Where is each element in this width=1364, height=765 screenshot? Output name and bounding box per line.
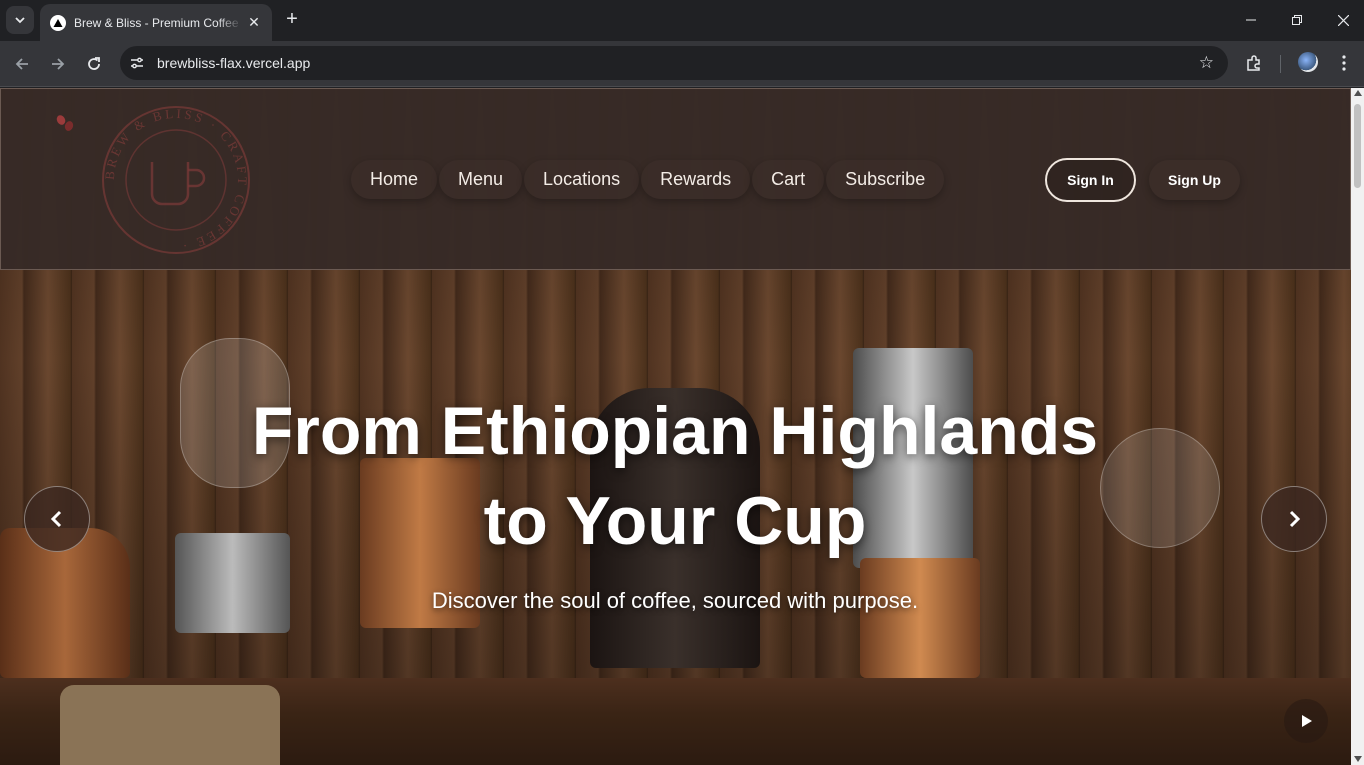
chevron-left-icon — [50, 510, 62, 528]
more-menu-icon[interactable] — [1332, 51, 1356, 75]
sign-in-button[interactable]: Sign In — [1045, 158, 1136, 202]
restore-button[interactable] — [1274, 0, 1320, 40]
restore-icon — [1292, 15, 1302, 25]
carousel-next-button[interactable] — [1261, 486, 1327, 552]
browser-tab[interactable]: Brew & Bliss - Premium Coffee E ✕ — [40, 4, 272, 41]
bookmark-star-icon[interactable]: ☆ — [1199, 53, 1214, 73]
toolbar-separator — [1280, 55, 1281, 73]
nav-rewards[interactable]: Rewards — [641, 160, 751, 199]
carousel-prev-button[interactable] — [24, 486, 90, 552]
main-nav: Home Menu Locations Rewards Cart Subscri… — [351, 160, 946, 199]
hero-title-line-2: to Your Cup — [483, 483, 867, 559]
minimize-button[interactable] — [1228, 0, 1274, 40]
arrow-left-icon — [15, 58, 28, 70]
address-bar[interactable]: brewbliss-flax.vercel.app ☆ — [120, 46, 1228, 80]
sign-up-button[interactable]: Sign Up — [1149, 160, 1240, 200]
close-icon — [1337, 14, 1349, 26]
brew-bliss-logo[interactable]: BREW & BLISS · CRAFT COFFEE · — [100, 104, 252, 256]
tab-search-button[interactable] — [6, 6, 34, 34]
site-info-icon[interactable] — [126, 52, 148, 74]
close-tab-icon[interactable]: ✕ — [246, 14, 262, 31]
hero-subtitle: Discover the soul of coffee, sourced wit… — [431, 588, 919, 613]
reload-button[interactable] — [80, 50, 108, 78]
forward-button[interactable] — [44, 50, 72, 78]
page-viewport: BREW & BLISS · CRAFT COFFEE · Home Menu … — [0, 88, 1351, 765]
arrow-right-icon — [52, 58, 65, 70]
close-window-button[interactable] — [1320, 0, 1364, 40]
hero-title-line-1: From Ethiopian Highlands — [251, 393, 1099, 469]
url-text: brewbliss-flax.vercel.app — [157, 55, 311, 71]
nav-home[interactable]: Home — [351, 160, 438, 199]
nav-menu[interactable]: Menu — [439, 160, 523, 199]
nav-locations[interactable]: Locations — [524, 160, 640, 199]
chevron-down-icon — [15, 17, 25, 24]
extensions-icon[interactable] — [1242, 51, 1266, 75]
tab-title: Brew & Bliss - Premium Coffee E — [74, 15, 242, 30]
coffee-beans-icon — [56, 115, 74, 131]
burlap-sack-shape — [60, 685, 280, 765]
play-button[interactable] — [1284, 699, 1328, 743]
chevron-right-icon — [1289, 510, 1301, 528]
back-button[interactable] — [8, 50, 36, 78]
hero-title: From Ethiopian Highlands to Your Cup — [175, 386, 1175, 566]
new-tab-button[interactable]: + — [280, 8, 304, 32]
scroll-down-arrow-icon[interactable] — [1354, 756, 1362, 762]
scroll-thumb[interactable] — [1354, 104, 1361, 188]
copper-mug-shape — [860, 558, 980, 678]
play-icon — [1302, 715, 1312, 727]
browser-toolbar: brewbliss-flax.vercel.app ☆ — [0, 41, 1364, 87]
page-scrollbar[interactable] — [1351, 88, 1364, 765]
site-header: BREW & BLISS · CRAFT COFFEE · Home Menu … — [0, 88, 1351, 270]
profile-avatar[interactable] — [1298, 52, 1318, 72]
minimize-icon — [1246, 19, 1256, 21]
scroll-up-arrow-icon[interactable] — [1354, 90, 1362, 96]
reload-icon — [88, 57, 100, 70]
vercel-icon — [50, 14, 66, 31]
nav-cart[interactable]: Cart — [752, 160, 825, 199]
nav-subscribe[interactable]: Subscribe — [826, 160, 945, 199]
browser-tab-bar: Brew & Bliss - Premium Coffee E ✕ + — [0, 0, 1364, 41]
